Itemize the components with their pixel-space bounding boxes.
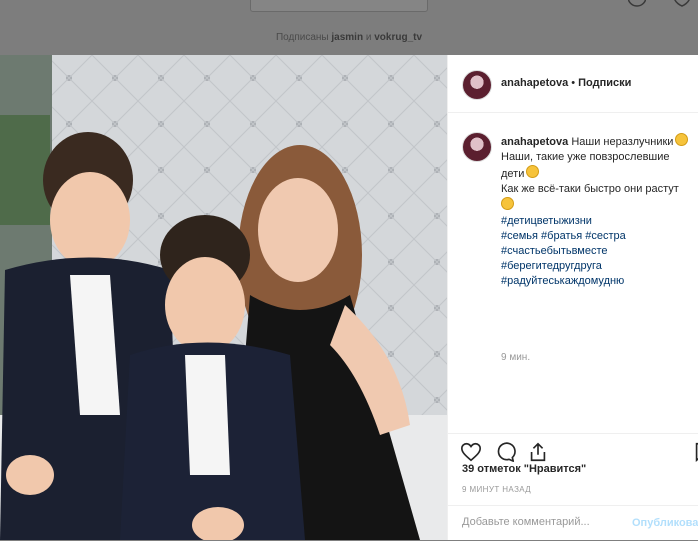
heart-icon[interactable] <box>460 441 482 463</box>
post-header: anahapetova • Подписки <box>448 55 698 113</box>
caption-emoji-line <box>501 197 691 214</box>
caption-line: дети <box>501 168 525 180</box>
caption-line-wrap: дети <box>501 165 691 182</box>
background-search-box <box>250 0 428 12</box>
action-bar <box>448 433 698 464</box>
bookmark-icon[interactable] <box>692 441 698 463</box>
compass-icon <box>628 0 646 7</box>
avatar[interactable] <box>462 132 492 162</box>
caption-line: Наши, такие уже повзрослевшие <box>501 151 670 163</box>
caption-first-line: anahapetova Наши неразлучники <box>501 133 691 150</box>
caption-line: Как же всё-таки быстро они растут <box>501 183 679 195</box>
post-header-text: anahapetova • Подписки <box>501 77 631 89</box>
caption-username-link[interactable]: anahapetova <box>501 136 568 148</box>
follow-status-button[interactable]: Подписки <box>578 77 631 89</box>
publish-button[interactable]: Опубликовать <box>632 517 698 529</box>
hashtag-link[interactable]: #радуйтеськаждомудню <box>501 274 691 289</box>
emoji-icon <box>526 165 540 178</box>
followed-by-user: vokrug_tv <box>374 32 423 43</box>
followed-by-user: jasmin <box>331 32 364 43</box>
hashtag-link[interactable]: #счастьебытьвместе <box>501 244 691 259</box>
hashtag-link[interactable]: #берегитедругдруга <box>501 259 691 274</box>
caption-line: Наши неразлучники <box>571 136 674 148</box>
emoji-icon <box>501 197 514 210</box>
followed-by-prefix: Подписаны <box>275 32 329 43</box>
avatar[interactable] <box>462 70 492 100</box>
background-header: Подписаны jasmin и vokrug_tv <box>0 0 698 55</box>
add-comment-bar: Опубликовать <box>448 505 698 541</box>
username-link[interactable]: anahapetova <box>501 77 568 89</box>
hashtag-link[interactable]: #детицветыжизни <box>501 214 691 229</box>
followed-by-and: и <box>365 32 372 43</box>
post-side-panel: anahapetova • Подписки anahapetova Наши не… <box>447 55 698 540</box>
post-modal: anahapetova • Подписки anahapetova Наши не… <box>0 55 698 540</box>
hashtag-link[interactable]: #семья #братья #сестра <box>501 229 691 244</box>
followed-by-text: Подписаны jasmin и vokrug_tv <box>0 32 698 43</box>
caption-text: anahapetova Наши неразлучники Наши, таки… <box>501 133 691 289</box>
photo-illustration <box>0 55 447 540</box>
share-icon[interactable] <box>527 441 549 463</box>
likes-count[interactable]: 39 отметок "Нравится" <box>462 463 586 475</box>
emoji-icon <box>675 133 689 146</box>
posted-time: 9 МИНУТ НАЗАД <box>462 485 532 494</box>
comment-time: 9 мин. <box>501 352 531 363</box>
comment-icon[interactable] <box>494 441 516 463</box>
heart-icon <box>674 0 690 7</box>
separator-dot: • <box>571 77 576 89</box>
post-photo[interactable] <box>0 55 447 540</box>
comment-input[interactable] <box>462 516 622 528</box>
